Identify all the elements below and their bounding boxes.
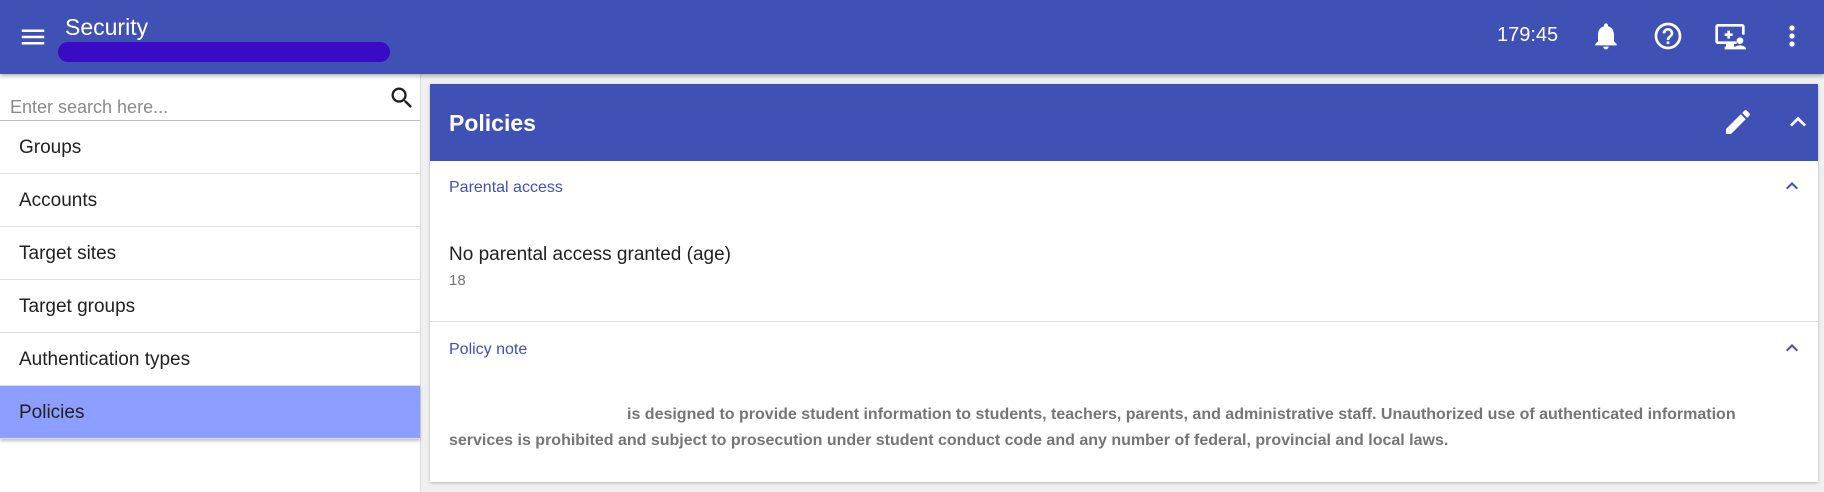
field-label: No parental access granted (age) — [449, 244, 731, 265]
chevron-up-icon[interactable] — [1780, 336, 1804, 360]
sidebar-item-groups[interactable]: Groups — [0, 121, 420, 174]
sidebar-item-label: Groups — [19, 137, 82, 158]
help-icon[interactable] — [1652, 20, 1684, 52]
section-title-policy-note[interactable]: Policy note — [449, 341, 527, 359]
section-title-parental-access[interactable]: Parental access — [449, 179, 563, 197]
sidebar-item-target-sites[interactable]: Target sites — [0, 227, 420, 280]
bell-icon[interactable] — [1590, 20, 1622, 52]
field-value: 18 — [449, 272, 466, 289]
sidebar-item-target-groups[interactable]: Target groups — [0, 280, 420, 333]
card-title: Policies — [449, 110, 536, 136]
redaction-bar — [58, 42, 390, 62]
card-header: Policies — [430, 84, 1818, 161]
screen-share-icon[interactable] — [1714, 20, 1746, 52]
section-divider — [430, 321, 1818, 322]
menu-icon[interactable] — [18, 22, 48, 52]
sidebar-item-authentication-types[interactable]: Authentication types — [0, 333, 420, 386]
sidebar-item-label: Target groups — [19, 296, 136, 317]
chevron-up-icon[interactable] — [1782, 106, 1814, 138]
policy-note-text: is designed to provide student informati… — [449, 406, 1736, 449]
search-icon[interactable] — [388, 84, 416, 112]
session-timer: 179:45 — [1497, 24, 1559, 46]
sidebar-item-label: Accounts — [19, 190, 98, 211]
sidebar-item-accounts[interactable]: Accounts — [0, 174, 420, 227]
chevron-up-icon[interactable] — [1780, 174, 1804, 198]
edit-icon[interactable] — [1722, 106, 1754, 138]
sidebar-item-label: Authentication types — [19, 349, 191, 370]
app-bar: Security 179:45 — [0, 0, 1824, 74]
more-vert-icon[interactable] — [1776, 20, 1808, 52]
sidebar: Groups Accounts Target sites Target grou… — [0, 74, 421, 492]
sidebar-item-policies[interactable]: Policies — [0, 386, 420, 439]
search-bar — [0, 74, 420, 121]
page-title: Security — [65, 14, 149, 40]
policies-card: Policies Parental access No parental acc… — [430, 84, 1818, 482]
sidebar-item-label: Target sites — [19, 243, 117, 264]
sidebar-item-label: Policies — [19, 402, 85, 423]
search-input[interactable] — [8, 94, 382, 120]
